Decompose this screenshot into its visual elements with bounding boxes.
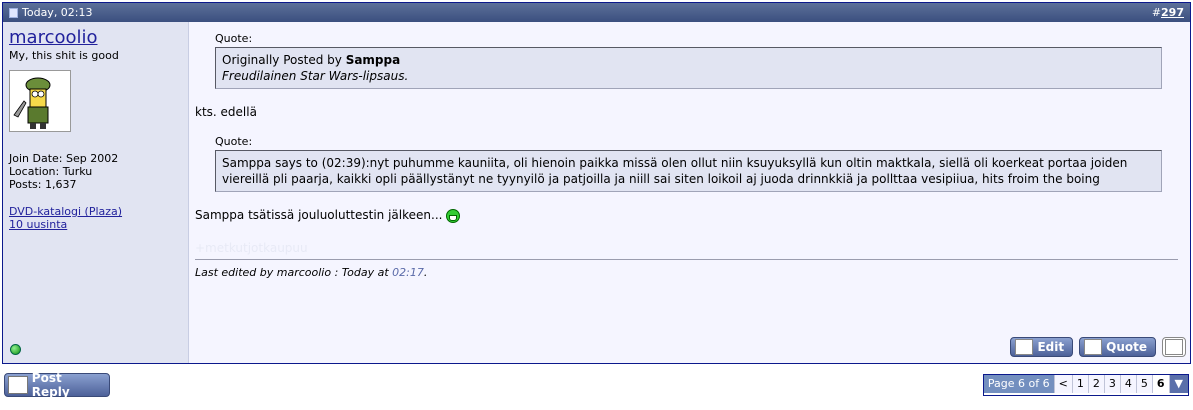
username-link[interactable]: marcoolio [9, 28, 182, 48]
quote-author: Samppa [345, 53, 401, 67]
post-number-prefix: # [1151, 6, 1162, 19]
quote-prefix: Originally Posted by [222, 53, 342, 67]
user-info-panel: marcoolio My, this shit is good Join Dat… [3, 22, 189, 363]
quote-box-2: Samppa says to (02:39):nyt puhumme kauni… [215, 150, 1162, 192]
message-text: kts. edellä [195, 105, 257, 119]
message-area: Quote: Originally Posted by Samppa Freud… [189, 22, 1190, 363]
page-link-4[interactable]: 4 [1119, 375, 1136, 393]
multiquote-icon [1165, 339, 1183, 355]
prev-page-link[interactable]: < [1053, 375, 1072, 393]
current-page: 6 [1151, 375, 1169, 393]
signature: +metkutjotkaupuu [195, 240, 308, 255]
page-menu-dropdown-icon[interactable]: ▼ [1168, 375, 1188, 393]
user-link-dvd-catalog[interactable]: DVD-katalogi (Plaza) [9, 205, 182, 218]
quote-button[interactable]: Quote [1079, 337, 1156, 357]
grin-smiley-icon [446, 208, 461, 223]
avatar [9, 70, 71, 132]
reply-icon [8, 376, 28, 394]
page-link-2[interactable]: 2 [1087, 375, 1104, 393]
message-text-2-content: Samppa tsätissä jouluoluttestin jälkeen.… [195, 208, 443, 222]
edit-button-label: Edit [1037, 340, 1065, 354]
edited-suffix: . [423, 265, 428, 279]
quote-label: Quote: [215, 32, 253, 45]
post-date: Today, 02:13 [22, 6, 93, 19]
quote-label-2: Quote: [215, 135, 253, 148]
post-buttons: Edit Quote [1010, 337, 1186, 357]
edited-prefix: Last edited by marcoolio : Today at [195, 265, 389, 279]
post-header: Today, 02:13 #297 [3, 3, 1190, 22]
multiquote-button[interactable] [1162, 337, 1186, 357]
quote-button-label: Quote [1106, 340, 1147, 354]
location: Location: Turku [9, 165, 93, 178]
post-reply-label: Post Reply [31, 371, 70, 399]
user-link-latest[interactable]: 10 uusinta [9, 218, 182, 231]
quote-text-2: Samppa says to (02:39):nyt puhumme kauni… [222, 156, 1128, 186]
page-link-1[interactable]: 1 [1071, 375, 1088, 393]
message-text-2: Samppa tsätissä jouluoluttestin jälkeen.… [195, 208, 1184, 223]
quote-text: Freudilainen Star Wars-lipsaus. [222, 69, 409, 83]
post-number-link[interactable]: 297 [1161, 6, 1184, 19]
user-title: My, this shit is good [9, 49, 119, 62]
post-icon [9, 7, 18, 18]
quote-pen-icon [1084, 339, 1103, 355]
edited-time: 02:17 [392, 265, 424, 279]
pagination: Page 6 of 6 < 1 2 3 4 5 6 ▼ [982, 374, 1189, 396]
post: Today, 02:13 #297 marcoolio My, this shi… [2, 2, 1191, 364]
post-count: Posts: 1,637 [9, 178, 77, 191]
page-count-label: Page 6 of 6 [983, 375, 1054, 393]
divider [195, 258, 1178, 260]
page-link-3[interactable]: 3 [1103, 375, 1120, 393]
scissors-icon [1015, 339, 1034, 355]
edited-note: Last edited by marcoolio : Today at 02:1… [195, 266, 1184, 279]
join-date: Join Date: Sep 2002 [9, 152, 119, 165]
online-status-icon [10, 344, 21, 355]
page-link-5[interactable]: 5 [1135, 375, 1152, 393]
quote-box: Originally Posted by Samppa Freudilainen… [215, 47, 1162, 89]
edit-button[interactable]: Edit [1010, 337, 1074, 357]
post-reply-button[interactable]: Post Reply [4, 371, 110, 399]
